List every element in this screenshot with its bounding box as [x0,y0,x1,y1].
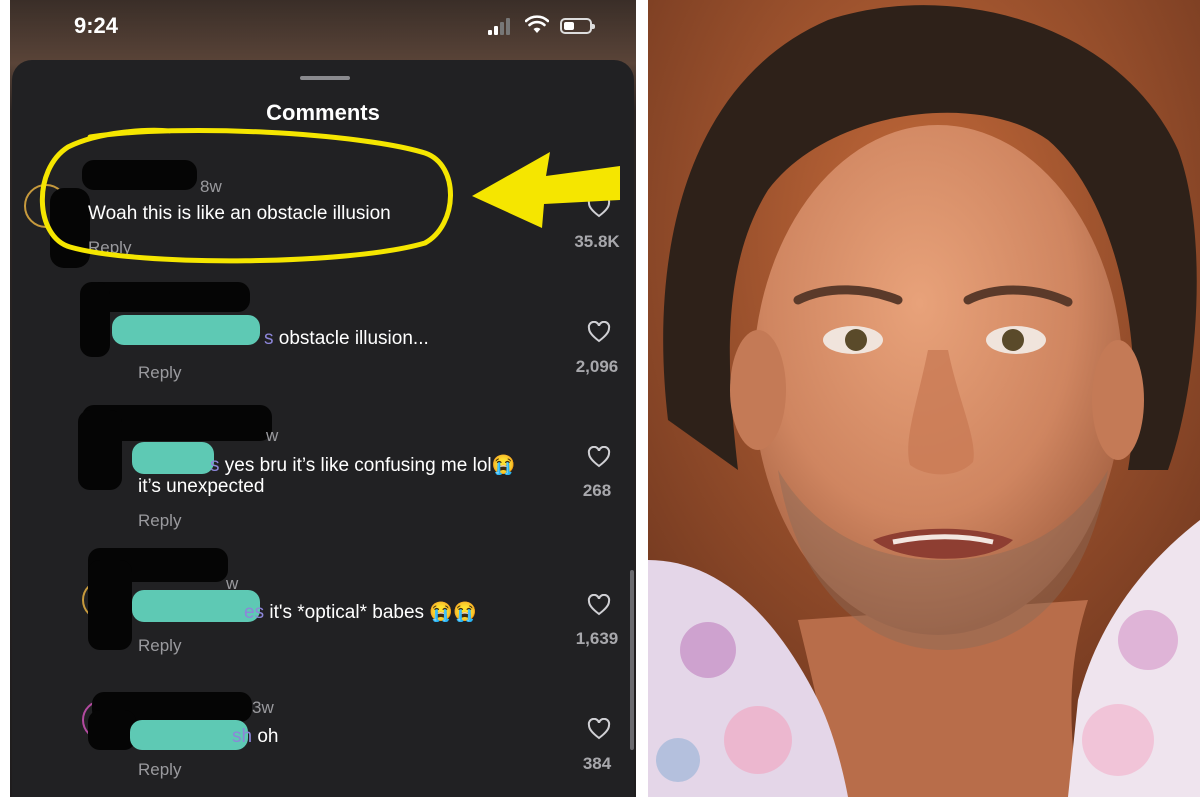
cellular-signal-icon [488,17,518,35]
heart-outline-icon[interactable] [587,594,611,616]
redaction-mention [130,720,248,750]
comment-time: 3w [252,698,274,717]
reply-button[interactable]: Reply [138,760,181,780]
wifi-icon [525,15,549,33]
comment-time: w [266,426,279,445]
status-bar: 9:24 [10,0,636,56]
like-count: 2,096 [575,357,619,376]
comment-text: sh oh [232,726,279,747]
redaction-avatar [88,560,132,650]
highlight-circle [39,127,453,264]
heart-outline-icon[interactable] [587,446,611,468]
like-count: 1,639 [575,629,619,648]
comment-text: s obstacle illusion... [264,328,429,349]
sheet-title: Comments [266,100,380,125]
comment-text: es it's *optical* babes 😭😭 [244,602,477,623]
arrow-left-icon [472,152,620,228]
reply-button[interactable]: Reply [138,636,181,656]
redaction-avatar [88,710,136,750]
phone-screenshot: 9:24 Comments 8w Woah this is like an ob… [10,0,636,797]
scrollbar[interactable] [630,570,634,750]
redaction-mention [132,590,260,622]
reaction-photo [648,0,1200,797]
status-time: 9:24 [74,13,119,38]
comment-text: s yes bru it’s like confusing me lol😭 [210,455,516,476]
redaction-mention [112,315,260,345]
reply-button[interactable]: Reply [138,363,181,383]
redaction-avatar [80,282,110,357]
like-count: 384 [582,754,612,773]
comment-text-line-2: it’s unexpected [138,476,265,497]
heart-outline-icon[interactable] [587,321,611,343]
like-count: 268 [582,481,612,500]
like-count: 35.8K [574,232,620,251]
heart-outline-icon[interactable] [587,718,611,740]
redaction-mention [132,442,214,474]
battery-icon [560,18,595,34]
redaction-avatar [78,410,122,490]
reply-button[interactable]: Reply [138,511,181,531]
drag-handle[interactable] [300,76,350,80]
